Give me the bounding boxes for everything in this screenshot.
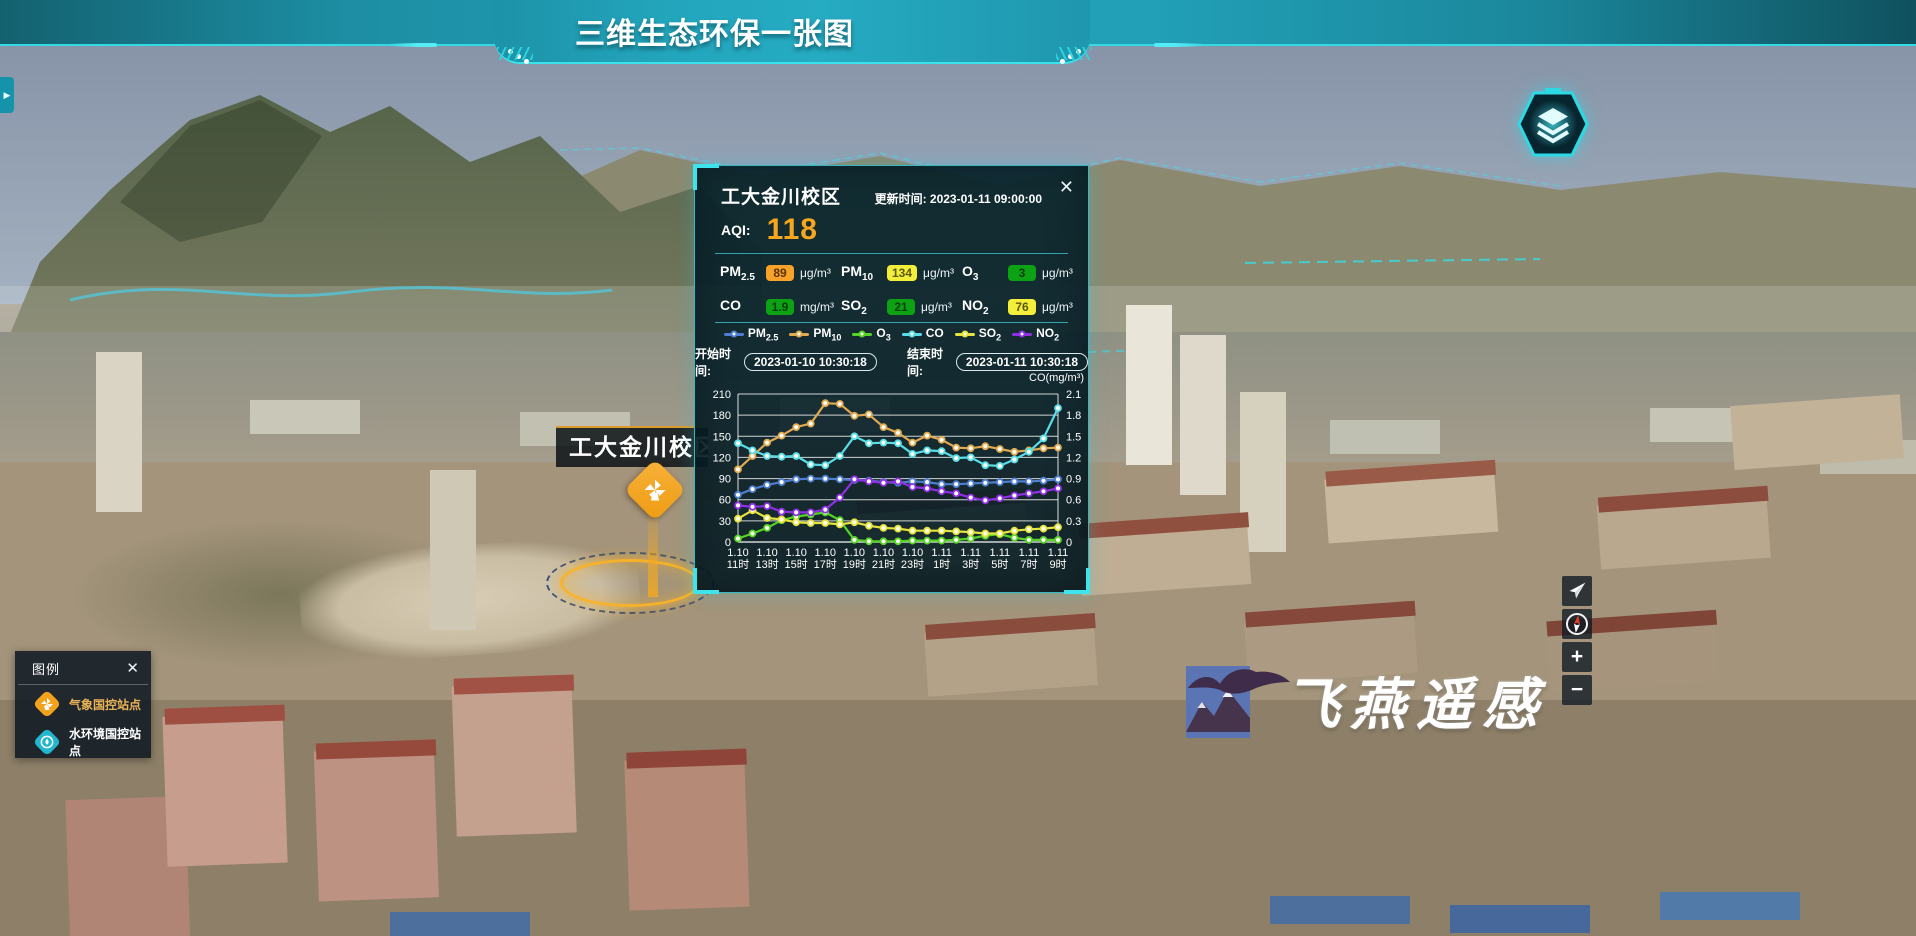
update-time: 更新时间: 2023-01-11 09:00:00: [875, 190, 1042, 207]
popup-corner-accent: [693, 164, 719, 190]
zoom-in-button[interactable]: +: [1562, 642, 1592, 672]
svg-text:150: 150: [713, 431, 731, 443]
paper-plane-icon: [1567, 581, 1587, 601]
chart-legend-item-pm25[interactable]: PM2.5: [724, 326, 779, 342]
svg-text:1.1017时: 1.1017时: [814, 547, 837, 571]
aqi-label: AQI:: [721, 222, 751, 238]
layers-icon: [1514, 88, 1592, 160]
pollutant-pm25: PM2.5 89 μg/m³: [720, 260, 841, 285]
svg-text:1.119时: 1.119时: [1048, 547, 1069, 571]
legend-line-marker: [852, 333, 872, 336]
chart-legend-item-so2[interactable]: SO2: [955, 326, 1001, 342]
marker-beam: [648, 513, 658, 597]
chart-legend-item-co[interactable]: CO: [902, 326, 944, 342]
chart-legend-item-o3[interactable]: O3: [852, 326, 890, 342]
pollutant-grid: PM2.5 89 μg/m³ PM10 134 μg/m³ O3 3 μg/m³…: [720, 260, 1078, 319]
popup-title: 工大金川校区: [721, 182, 841, 209]
pollutant-value-badge: 89: [766, 265, 794, 281]
fly-to-button[interactable]: [1562, 576, 1592, 606]
svg-text:1.117时: 1.117时: [1019, 547, 1040, 571]
legend-item-water-station[interactable]: 水环境国控站点: [15, 718, 151, 761]
map-legend-panel: 图例 ✕ 气象国控站点 水环境国控站点: [15, 651, 151, 758]
svg-text:1.1021时: 1.1021时: [872, 547, 895, 571]
pollutant-o3: O3 3 μg/m³: [962, 260, 1078, 285]
chart-legend-item-no2[interactable]: NO2: [1012, 326, 1059, 342]
map-controls: + −: [1562, 576, 1594, 708]
svg-text:1.1023时: 1.1023时: [901, 547, 924, 571]
svg-text:CO(mg/m³): CO(mg/m³): [1029, 372, 1084, 384]
svg-text:2.1: 2.1: [1066, 389, 1081, 401]
legend-header: 图例 ✕: [15, 651, 151, 684]
svg-text:30: 30: [719, 516, 731, 528]
svg-text:1.5: 1.5: [1066, 431, 1081, 443]
windmill-icon: [35, 692, 59, 716]
svg-text:60: 60: [719, 495, 731, 507]
legend-line-marker: [1012, 333, 1032, 336]
marker-ground-ring: [560, 559, 700, 607]
close-icon[interactable]: ✕: [126, 661, 139, 676]
pollutant-pm10: PM10 134 μg/m³: [841, 260, 962, 285]
windmill-icon: [641, 476, 669, 504]
compass-icon: [1565, 612, 1589, 636]
map-station-label[interactable]: 工大金川校区: [556, 426, 708, 467]
banner-center: [494, 0, 1090, 64]
legend-title: 图例: [32, 659, 60, 678]
pollutant-value-badge: 76: [1008, 299, 1036, 315]
pollutant-co: CO 1.9 mg/m³: [720, 294, 841, 319]
compass-button[interactable]: [1562, 609, 1592, 639]
aqi-value: 118: [767, 213, 818, 247]
svg-text:90: 90: [719, 474, 731, 486]
sidebar-expand-tab[interactable]: ▶: [0, 77, 14, 113]
zoom-out-button[interactable]: −: [1562, 675, 1592, 705]
svg-text:0.3: 0.3: [1066, 516, 1081, 528]
svg-text:1.8: 1.8: [1066, 410, 1081, 422]
svg-text:0.6: 0.6: [1066, 495, 1081, 507]
water-drop-icon: [35, 730, 59, 754]
svg-text:1.111时: 1.111时: [931, 547, 952, 571]
weather-station-pin[interactable]: [630, 465, 680, 515]
svg-text:120: 120: [713, 452, 731, 464]
pollutant-no2: NO2 76 μg/m³: [962, 294, 1078, 319]
legend-line-marker: [789, 333, 809, 336]
aqi-trend-chart[interactable]: 00300.3600.6900.91201.21501.51801.82102.…: [695, 366, 1090, 594]
pollutant-value-badge: 21: [887, 299, 915, 315]
chevron-right-icon: ▶: [4, 90, 11, 101]
pollutant-so2: SO2 21 μg/m³: [841, 294, 962, 319]
pollutant-value-badge: 1.9: [766, 299, 794, 315]
legend-line-marker: [902, 333, 922, 336]
legend-item-weather-station[interactable]: 气象国控站点: [15, 685, 151, 718]
station-popup: 工大金川校区 更新时间: 2023-01-11 09:00:00 ✕ AQI: …: [694, 165, 1089, 593]
divider: [715, 253, 1068, 254]
pollutant-value-badge: 134: [887, 265, 917, 281]
app-root: 三维生态环保一张图 ▶ 工大金川校区: [0, 0, 1916, 936]
svg-text:210: 210: [713, 389, 731, 401]
svg-text:1.1013时: 1.1013时: [755, 547, 778, 571]
svg-text:1.1011时: 1.1011时: [727, 547, 749, 571]
aqi-row: AQI: 118: [721, 213, 818, 247]
legend-line-marker: [955, 333, 975, 336]
svg-text:0.9: 0.9: [1066, 474, 1081, 486]
svg-text:180: 180: [713, 410, 731, 422]
pollutant-value-badge: 3: [1008, 265, 1036, 281]
divider: [715, 322, 1068, 323]
svg-text:1.1015时: 1.1015时: [785, 547, 808, 571]
svg-text:1.113时: 1.113时: [960, 547, 981, 571]
close-icon[interactable]: ✕: [1059, 178, 1074, 196]
svg-text:1.115时: 1.115时: [990, 547, 1011, 571]
svg-text:1.2: 1.2: [1066, 452, 1081, 464]
layers-hexagon-button[interactable]: [1514, 88, 1592, 160]
chart-legend: PM2.5 PM10 O3 CO SO2 NO2: [695, 326, 1088, 342]
svg-text:1.1019时: 1.1019时: [843, 547, 866, 571]
legend-line-marker: [724, 333, 744, 336]
popup-header: 工大金川校区 更新时间: 2023-01-11 09:00:00: [721, 182, 1072, 209]
chart-legend-item-pm10[interactable]: PM10: [789, 326, 841, 342]
